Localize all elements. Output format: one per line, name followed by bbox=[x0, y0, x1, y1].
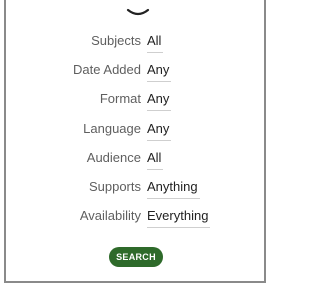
filter-label-format: Format bbox=[99, 91, 141, 106]
filter-select-language[interactable]: Any bbox=[147, 118, 172, 141]
filter-row-audience: Audience All bbox=[6, 147, 268, 170]
filter-row-availability: Availability Everything bbox=[6, 205, 268, 228]
filter-label-language: Language bbox=[83, 121, 141, 136]
filter-label-subjects: Subjects bbox=[91, 33, 141, 48]
filter-select-availability[interactable]: Everything bbox=[147, 205, 211, 228]
filter-row-date-added: Date Added Any bbox=[6, 59, 268, 82]
filter-select-format[interactable]: Any bbox=[147, 88, 172, 111]
filter-row-supports: Supports Anything bbox=[6, 176, 268, 199]
filter-row-subjects: Subjects All bbox=[6, 30, 268, 53]
filter-row-language: Language Any bbox=[6, 118, 268, 141]
filter-select-date-added[interactable]: Any bbox=[147, 59, 172, 82]
search-button[interactable]: SEARCH bbox=[109, 247, 163, 267]
filter-select-supports[interactable]: Anything bbox=[147, 176, 200, 199]
filter-label-supports: Supports bbox=[88, 179, 141, 194]
search-filters-panel: Subjects All Date Added Any Format Any L… bbox=[4, 0, 266, 283]
filter-label-date-added: Date Added bbox=[73, 62, 141, 77]
chevron-down-icon[interactable] bbox=[125, 8, 151, 18]
filter-select-audience[interactable]: All bbox=[147, 147, 164, 170]
filter-select-subjects[interactable]: All bbox=[147, 30, 164, 53]
filter-label-audience: Audience bbox=[86, 150, 141, 165]
filter-label-availability: Availability bbox=[79, 208, 141, 223]
filter-row-format: Format Any bbox=[6, 88, 268, 111]
